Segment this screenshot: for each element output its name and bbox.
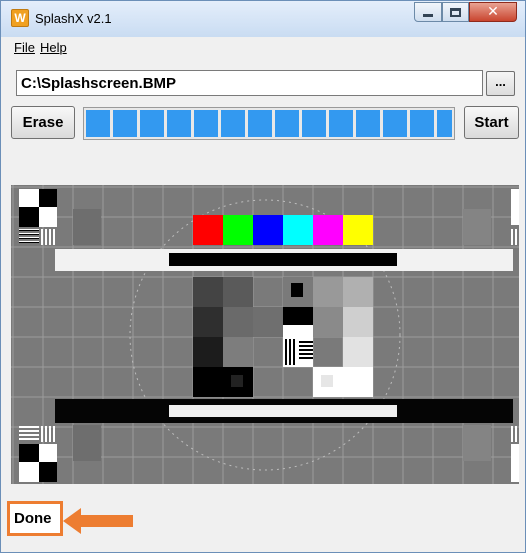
status-text: Done <box>7 501 63 536</box>
progress-segment <box>194 110 218 137</box>
maximize-button[interactable] <box>442 2 469 22</box>
progress-segment <box>410 110 434 137</box>
window-title: SplashX v2.1 <box>35 11 112 26</box>
progress-segment <box>437 110 452 137</box>
splash-preview-image <box>11 185 519 484</box>
minimize-icon <box>423 14 433 17</box>
menu-help[interactable]: Help <box>40 40 67 55</box>
maximize-icon <box>450 7 461 17</box>
test-pattern-graphic <box>11 185 519 484</box>
progress-segment <box>113 110 137 137</box>
progress-segment <box>383 110 407 137</box>
browse-button[interactable]: ... <box>486 71 515 96</box>
annotation-arrow-icon <box>63 508 133 534</box>
progress-segment <box>86 110 110 137</box>
progress-segment <box>167 110 191 137</box>
progress-fill <box>86 110 452 137</box>
app-icon: W <box>11 9 29 27</box>
progress-segment <box>248 110 272 137</box>
app-window: W SplashX v2.1 ✕ File Help ... Erase Sta… <box>0 0 526 553</box>
menu-file[interactable]: File <box>14 40 35 55</box>
title-bar[interactable]: W SplashX v2.1 ✕ <box>1 1 525 37</box>
close-icon: ✕ <box>487 4 499 20</box>
start-button[interactable]: Start <box>464 106 519 139</box>
progress-segment <box>221 110 245 137</box>
progress-segment <box>140 110 164 137</box>
menu-bar: File Help <box>2 38 524 58</box>
erase-button[interactable]: Erase <box>11 106 75 139</box>
minimize-button[interactable] <box>414 2 442 22</box>
file-path-input[interactable] <box>16 70 483 96</box>
progress-segment <box>356 110 380 137</box>
progress-segment <box>329 110 353 137</box>
progress-segment <box>302 110 326 137</box>
progress-segment <box>275 110 299 137</box>
close-button[interactable]: ✕ <box>469 2 517 22</box>
progress-bar <box>83 107 455 140</box>
